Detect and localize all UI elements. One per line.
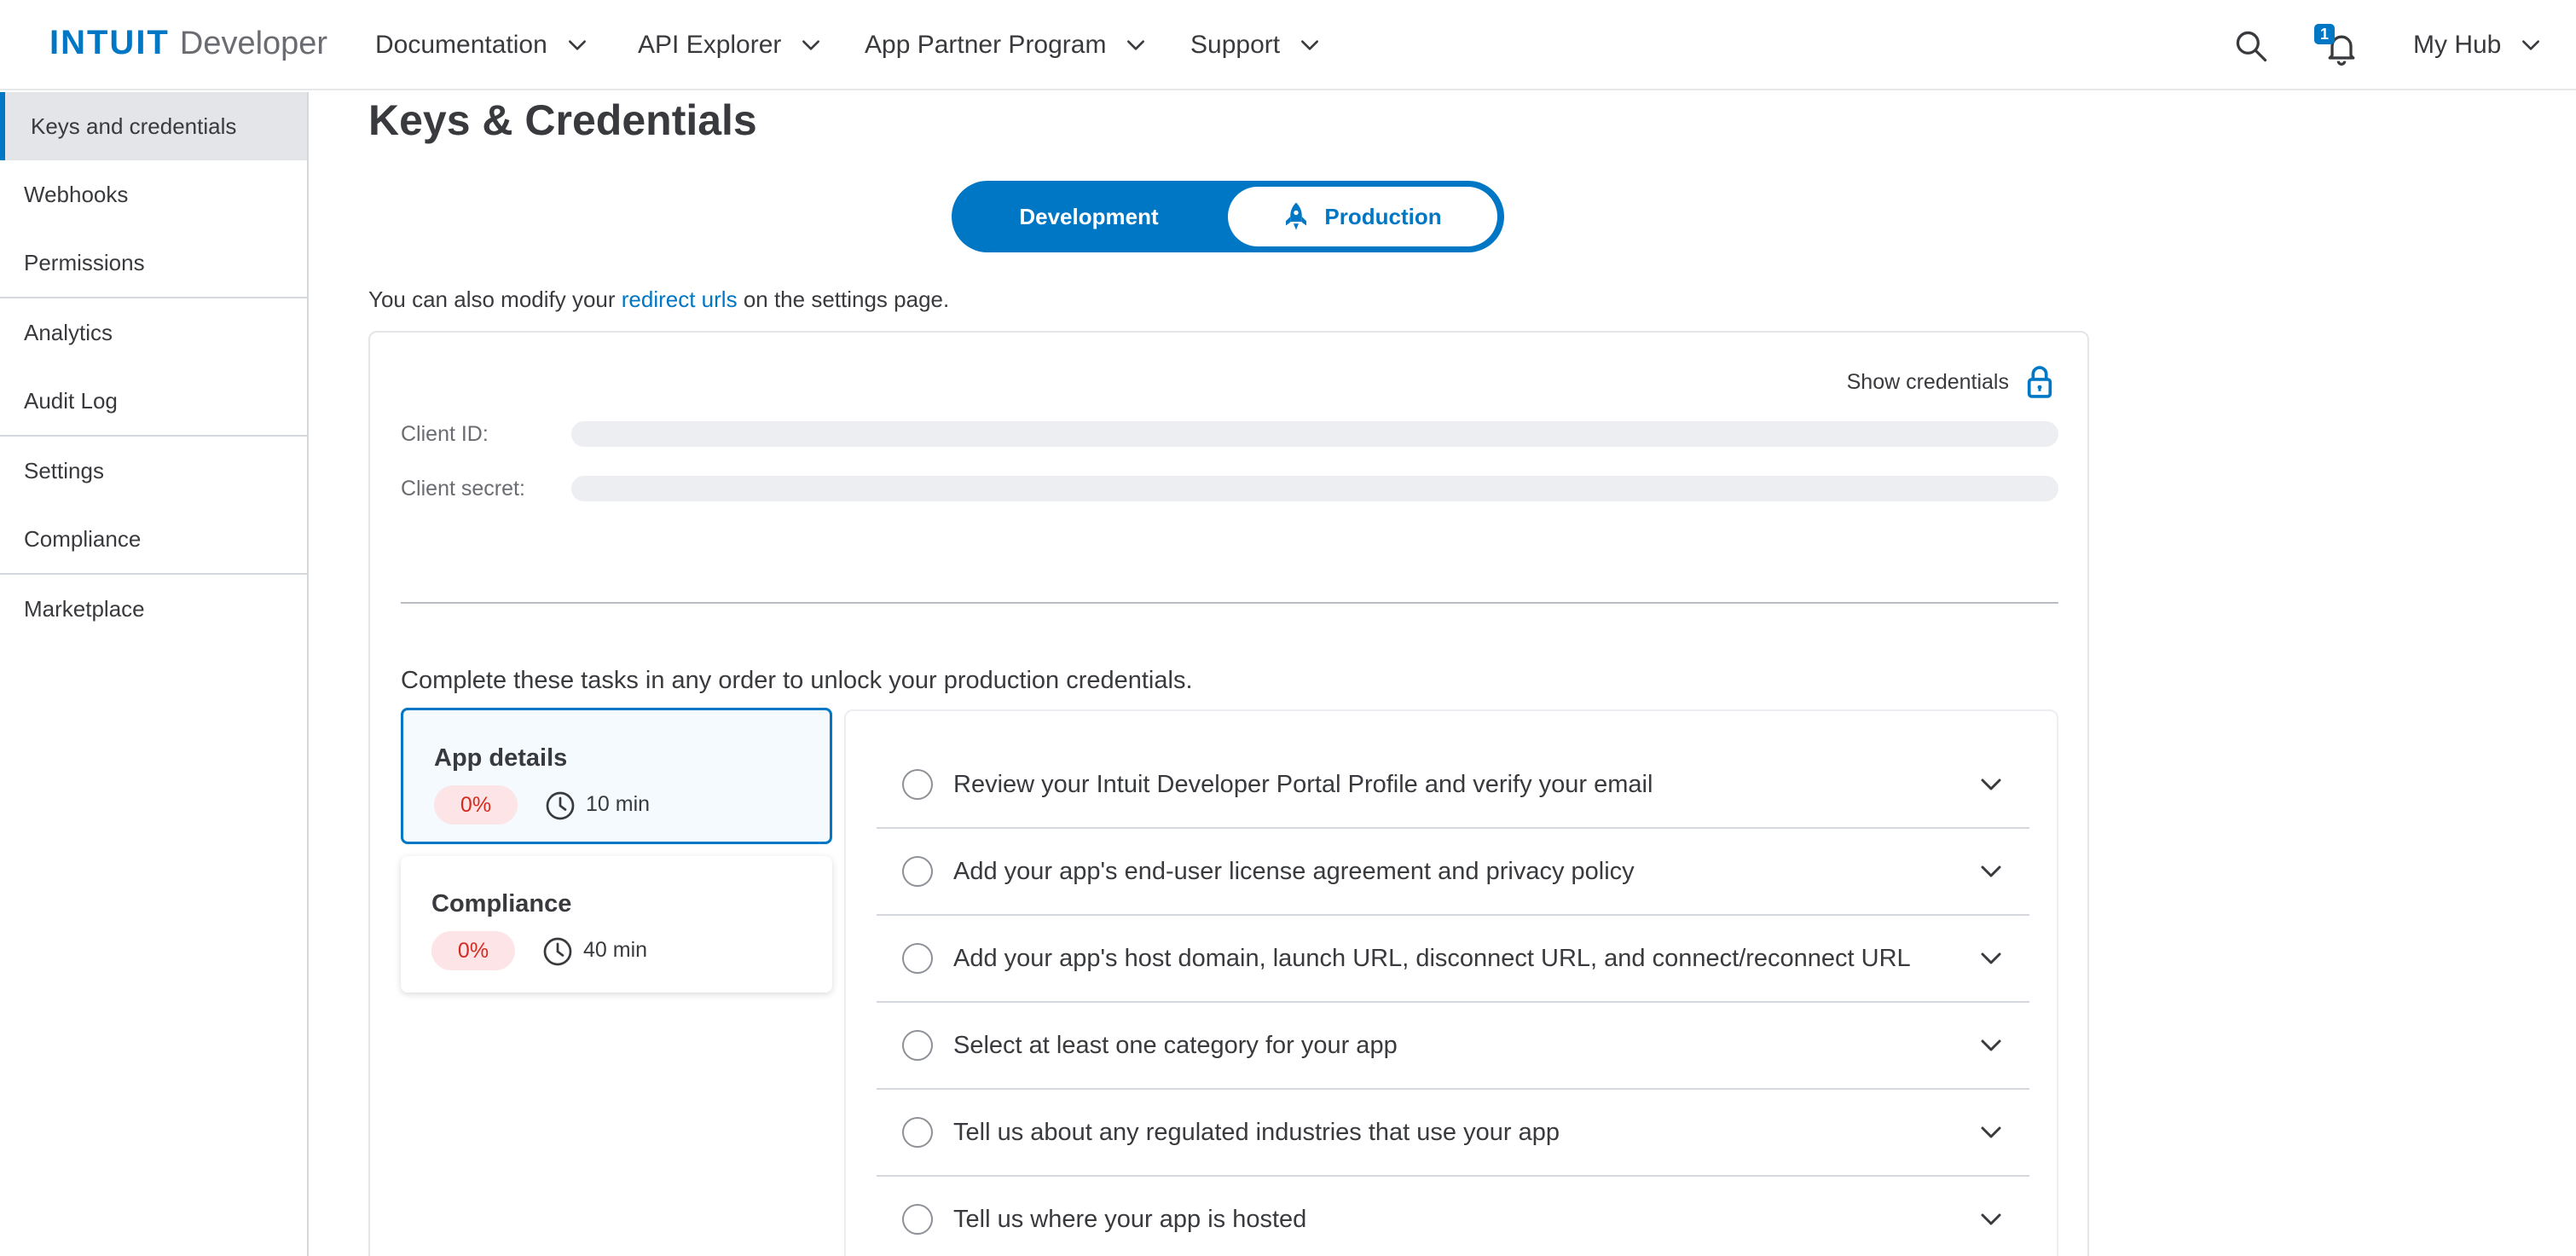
nav-documentation-label: Documentation xyxy=(375,31,547,59)
sidebar-item-compliance[interactable]: Compliance xyxy=(0,505,307,573)
chevron-down-icon xyxy=(1127,40,1145,50)
redirect-info-before: You can also modify your xyxy=(368,287,622,312)
status-circle-icon xyxy=(902,856,933,887)
sidebar-item-settings[interactable]: Settings xyxy=(0,437,307,505)
intuit-developer-logo[interactable]: INTUIT Developer xyxy=(49,24,327,67)
redirect-info: You can also modify your redirect urls o… xyxy=(368,287,949,313)
chevron-down-icon xyxy=(1301,40,1319,50)
credentials-card: Show credentials Client ID: Client secre… xyxy=(368,331,2089,1256)
task-card-title: Compliance xyxy=(431,890,572,917)
lock-icon xyxy=(2027,366,2052,398)
sidebar-item-analytics[interactable]: Analytics xyxy=(0,298,307,367)
chevron-down-icon xyxy=(1981,1213,2001,1225)
my-hub-label: My Hub xyxy=(2413,31,2502,59)
chevron-down-icon xyxy=(1981,952,2001,964)
environment-toggle: Development Production xyxy=(952,181,1504,252)
status-circle-icon xyxy=(902,943,933,974)
checklist-item-text: Add your app's host domain, launch URL, … xyxy=(953,944,1911,972)
checklist-item-text: Tell us where your app is hosted xyxy=(953,1205,1307,1233)
credentials-divider xyxy=(401,602,2058,604)
logo-brand: INTUIT xyxy=(49,24,170,61)
notification-badge: 1 xyxy=(2314,24,2335,44)
clock-icon xyxy=(543,937,572,966)
client-secret-label: Client secret: xyxy=(401,476,525,501)
checklist-item-text: Tell us about any regulated industries t… xyxy=(953,1118,1560,1146)
nav-api-explorer[interactable]: API Explorer xyxy=(638,26,822,65)
redirect-urls-link[interactable]: redirect urls xyxy=(622,287,738,312)
client-id-value xyxy=(571,421,2058,447)
nav-api-explorer-label: API Explorer xyxy=(638,31,782,59)
client-secret-row: Client secret: xyxy=(401,476,2058,501)
nav-app-partner-program[interactable]: App Partner Program xyxy=(865,26,1147,65)
show-credentials-button[interactable]: Show credentials xyxy=(1847,365,2053,399)
checklist-item[interactable]: Add your app's host domain, launch URL, … xyxy=(877,916,2029,1003)
checklist-item[interactable]: Tell us about any regulated industries t… xyxy=(877,1090,2029,1177)
checklist-item[interactable]: Review your Intuit Developer Portal Prof… xyxy=(877,742,2029,829)
sidebar-item-marketplace[interactable]: Marketplace xyxy=(0,575,307,643)
checklist-item-text: Add your app's end-user license agreemen… xyxy=(953,857,1635,885)
status-circle-icon xyxy=(902,769,933,800)
page-title: Keys & Credentials xyxy=(368,96,757,144)
checklist-item-text: Review your Intuit Developer Portal Prof… xyxy=(953,770,1653,798)
chevron-down-icon xyxy=(1981,778,2001,790)
notifications-button[interactable]: 1 xyxy=(2314,24,2362,68)
task-duration: 40 min xyxy=(583,938,648,962)
client-secret-value xyxy=(571,476,2058,501)
status-circle-icon xyxy=(902,1030,933,1061)
nav-support-label: Support xyxy=(1190,31,1281,59)
production-tab[interactable]: Production xyxy=(1228,187,1497,246)
sidebar: Keys and credentials Webhooks Permission… xyxy=(0,92,309,1256)
progress-badge: 0% xyxy=(434,785,518,825)
status-circle-icon xyxy=(902,1117,933,1148)
top-navigation: INTUIT Developer Documentation API Explo… xyxy=(0,0,2576,90)
task-checklist: Review your Intuit Developer Portal Prof… xyxy=(844,709,2058,1256)
task-card-compliance[interactable]: Compliance 0% 40 min xyxy=(401,856,832,993)
search-icon[interactable] xyxy=(2232,27,2270,65)
task-card-title: App details xyxy=(434,744,568,772)
development-tab[interactable]: Development xyxy=(952,181,1226,252)
nav-support[interactable]: Support xyxy=(1190,26,1321,65)
rocket-icon xyxy=(1286,202,1307,230)
sidebar-item-keys-and-credentials[interactable]: Keys and credentials xyxy=(0,92,307,160)
nav-documentation[interactable]: Documentation xyxy=(375,26,588,65)
clock-icon xyxy=(546,791,575,820)
production-label: Production xyxy=(1324,203,1442,229)
chevron-down-icon xyxy=(802,40,820,50)
status-circle-icon xyxy=(902,1204,933,1235)
task-card-app-details[interactable]: App details 0% 10 min xyxy=(401,708,832,844)
chevron-down-icon xyxy=(1981,1039,2001,1051)
checklist-item[interactable]: Select at least one category for your ap… xyxy=(877,1003,2029,1090)
client-id-label: Client ID: xyxy=(401,421,489,446)
sidebar-item-webhooks[interactable]: Webhooks xyxy=(0,160,307,229)
tasks-intro: Complete these tasks in any order to unl… xyxy=(401,667,1193,694)
show-credentials-label: Show credentials xyxy=(1846,369,2009,394)
client-id-row: Client ID: xyxy=(401,421,2058,447)
progress-badge: 0% xyxy=(431,931,515,970)
chevron-down-icon xyxy=(568,40,586,50)
sidebar-item-audit-log[interactable]: Audit Log xyxy=(0,367,307,435)
checklist-item[interactable]: Tell us where your app is hosted xyxy=(877,1177,2029,1256)
chevron-down-icon xyxy=(1981,865,2001,877)
redirect-info-after: on the settings page. xyxy=(737,287,950,312)
sidebar-item-permissions[interactable]: Permissions xyxy=(0,229,307,297)
checklist-item[interactable]: Add your app's end-user license agreemen… xyxy=(877,829,2029,916)
nav-app-partner-program-label: App Partner Program xyxy=(865,31,1107,59)
checklist-item-text: Select at least one category for your ap… xyxy=(953,1031,1398,1059)
my-hub-menu[interactable]: My Hub xyxy=(2413,26,2542,65)
logo-sub: Developer xyxy=(179,26,328,61)
chevron-down-icon xyxy=(1981,1126,2001,1138)
task-duration: 10 min xyxy=(586,792,651,816)
chevron-down-icon xyxy=(2522,40,2540,50)
